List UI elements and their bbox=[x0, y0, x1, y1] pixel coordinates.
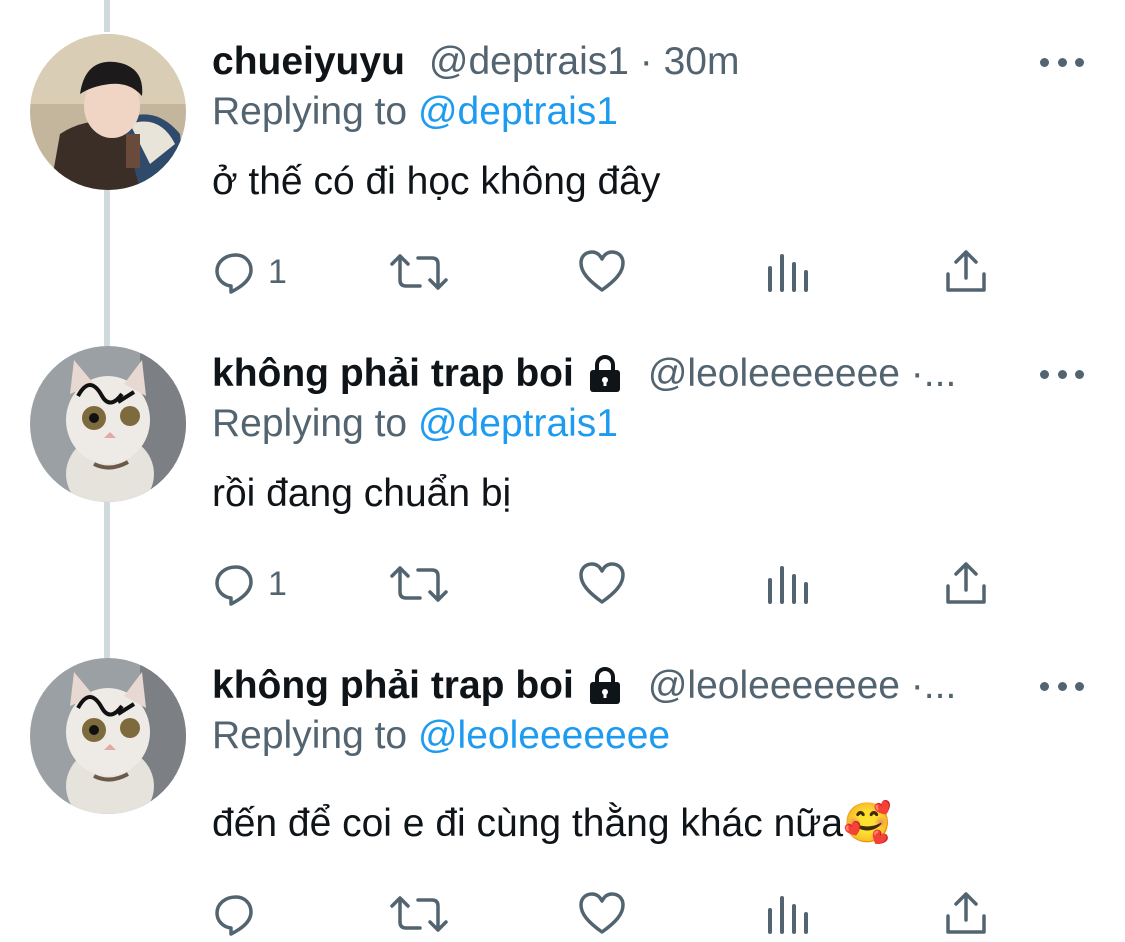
heart-icon bbox=[579, 892, 625, 934]
views-button[interactable] bbox=[764, 886, 812, 942]
like-button[interactable] bbox=[578, 244, 626, 300]
tweet-text: ở thế có đi học không đây bbox=[212, 160, 661, 203]
replying-prefix: Replying to bbox=[212, 714, 408, 757]
share-icon bbox=[946, 562, 986, 604]
replying-to-link[interactable]: @deptrais1 bbox=[418, 90, 618, 133]
tweet-header: không phải trap boi @leoleeeeeee ·... bbox=[212, 346, 1022, 402]
reply-icon bbox=[215, 253, 253, 294]
replying-prefix: Replying to bbox=[212, 90, 408, 133]
tweet-header: chueiyuyu @deptrais1 · 30m bbox=[212, 34, 1022, 90]
avatar[interactable] bbox=[30, 346, 186, 502]
tweet-header: không phải trap boi @leoleeeeeee ·... bbox=[212, 658, 1022, 714]
retweet-icon bbox=[390, 566, 448, 602]
share-button[interactable] bbox=[942, 556, 990, 612]
retweet-button[interactable] bbox=[390, 244, 448, 300]
replying-to: Replying to @deptrais1 bbox=[212, 402, 618, 446]
heart-icon bbox=[579, 250, 625, 292]
thread-line bbox=[104, 0, 110, 32]
retweet-icon bbox=[390, 254, 448, 290]
action-bar: 1 bbox=[212, 244, 1012, 300]
lock-icon bbox=[586, 667, 624, 705]
retweet-button[interactable] bbox=[390, 556, 448, 612]
reply-button[interactable]: 1 bbox=[212, 556, 287, 612]
share-icon bbox=[946, 892, 986, 934]
reply-button[interactable]: 1 bbox=[212, 244, 287, 300]
display-name[interactable]: không phải trap boi bbox=[212, 352, 574, 396]
avatar[interactable] bbox=[30, 658, 186, 814]
reply-icon bbox=[215, 895, 253, 936]
tweet[interactable]: chueiyuyu @deptrais1 · 30m Replying to @… bbox=[0, 34, 1125, 334]
reply-icon bbox=[215, 565, 253, 606]
replying-prefix: Replying to bbox=[212, 402, 408, 445]
avatar-photo bbox=[30, 34, 186, 190]
replying-to: Replying to @deptrais1 bbox=[212, 90, 618, 134]
handle-time: @leoleeeeeee ·... bbox=[647, 352, 957, 395]
retweet-button[interactable] bbox=[390, 886, 448, 942]
handle-time: @leoleeeeeee ·... bbox=[647, 664, 957, 707]
reply-count: 1 bbox=[268, 252, 287, 291]
display-name[interactable]: không phải trap boi bbox=[212, 664, 574, 708]
reply-button[interactable] bbox=[212, 886, 268, 942]
views-button[interactable] bbox=[764, 244, 812, 300]
tweet[interactable]: không phải trap boi @leoleeeeeee ·... Re… bbox=[0, 658, 1125, 936]
more-icon[interactable] bbox=[1040, 674, 1084, 698]
retweet-icon bbox=[390, 896, 448, 932]
heart-icon bbox=[579, 562, 625, 604]
replying-to-link[interactable]: @leoleeeeeee bbox=[418, 714, 670, 757]
share-icon bbox=[946, 250, 986, 292]
tweet[interactable]: không phải trap boi @leoleeeeeee ·... Re… bbox=[0, 346, 1125, 646]
more-icon[interactable] bbox=[1040, 362, 1084, 386]
analytics-icon bbox=[768, 254, 808, 292]
handle-time: @deptrais1 · 30m bbox=[428, 40, 740, 83]
action-bar bbox=[212, 886, 1012, 942]
avatar-photo bbox=[30, 658, 186, 814]
like-button[interactable] bbox=[578, 556, 626, 612]
analytics-icon bbox=[768, 566, 808, 604]
replying-to: Replying to @leoleeeeeee bbox=[212, 714, 670, 758]
lock-icon bbox=[586, 355, 624, 393]
action-bar: 1 bbox=[212, 556, 1012, 612]
like-button[interactable] bbox=[578, 886, 626, 942]
avatar-photo bbox=[30, 346, 186, 502]
analytics-icon bbox=[768, 896, 808, 934]
more-icon[interactable] bbox=[1040, 50, 1084, 74]
share-button[interactable] bbox=[942, 886, 990, 942]
tweet-text: rồi đang chuẩn bị bbox=[212, 472, 512, 515]
display-name[interactable]: chueiyuyu bbox=[212, 40, 405, 84]
tweet-text: đến để coi e đi cùng thằng khác nữa🥰 bbox=[212, 802, 892, 845]
reply-count: 1 bbox=[268, 564, 287, 603]
replying-to-link[interactable]: @deptrais1 bbox=[418, 402, 618, 445]
avatar[interactable] bbox=[30, 34, 186, 190]
share-button[interactable] bbox=[942, 244, 990, 300]
views-button[interactable] bbox=[764, 556, 812, 612]
